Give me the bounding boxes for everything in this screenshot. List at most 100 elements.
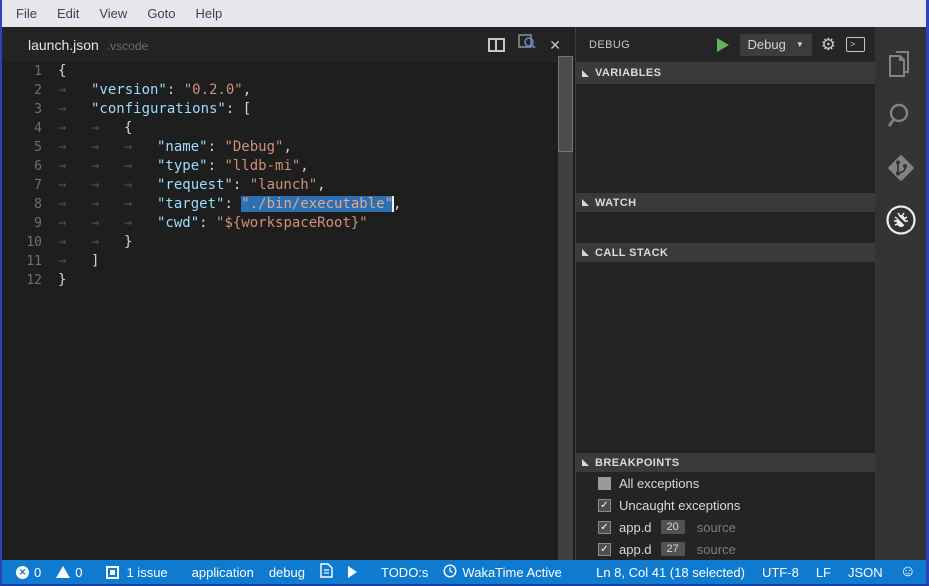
build-config-selector[interactable]: debug [269, 565, 305, 580]
line-number: 9 [2, 214, 42, 233]
run-button[interactable] [348, 566, 357, 578]
whitespace-tab-arrow: → [58, 252, 91, 271]
close-icon[interactable]: ✕ [549, 38, 561, 52]
tab-launch-json[interactable]: launch.json .vscode [2, 37, 148, 53]
line-number: 2 [2, 81, 42, 100]
build-file-button[interactable] [320, 563, 333, 581]
menu-item-edit[interactable]: Edit [47, 1, 89, 26]
variables-content[interactable] [576, 84, 875, 193]
breakpoint-checkbox[interactable] [598, 477, 611, 490]
wakatime-label: WakaTime Active [462, 565, 561, 580]
code-line[interactable]: 5→→→"name": "Debug", [2, 138, 575, 157]
cursor-position[interactable]: Ln 8, Col 41 (18 selected) [596, 565, 745, 580]
line-number: 3 [2, 100, 42, 119]
wakatime-status[interactable]: WakaTime Active [443, 564, 561, 581]
whitespace-tab-arrow: → [91, 176, 124, 195]
encoding-value: UTF-8 [762, 565, 799, 580]
menu-item-goto[interactable]: Goto [137, 1, 185, 26]
section-call-stack[interactable]: CALL STACK [576, 243, 875, 262]
encoding-selector[interactable]: UTF-8 [762, 565, 799, 580]
code-line[interactable]: 1{ [2, 62, 575, 81]
menu-item-file[interactable]: File [6, 1, 47, 26]
warning-count[interactable]: 0 [56, 565, 82, 580]
code-line[interactable]: 9→→→"cwd": "${workspaceRoot}" [2, 214, 575, 233]
code-line[interactable]: 10→→} [2, 233, 575, 252]
watch-content[interactable] [576, 212, 875, 243]
debug-config-dropdown[interactable]: Debug ▼ [740, 34, 812, 56]
editor-group: launch.json .vscode ✕ 1{2→" [2, 27, 575, 560]
build-config-label: debug [269, 565, 305, 580]
todo-status[interactable]: TODO:s [381, 565, 428, 580]
whitespace-tab-arrow: → [91, 214, 124, 233]
breakpoint-label: All exceptions [619, 476, 699, 491]
whitespace-tab-arrow: → [91, 138, 124, 157]
breakpoint-label: Uncaught exceptions [619, 498, 740, 513]
code-line[interactable]: 6→→→"type": "lldb-mi", [2, 157, 575, 176]
play-icon [348, 566, 357, 578]
tab-folder-hint: .vscode [107, 39, 148, 53]
breakpoint-detail: source [697, 520, 736, 535]
debug-console-icon[interactable]: > [846, 37, 865, 52]
whitespace-tab-arrow: → [124, 176, 157, 195]
debug-icon [884, 203, 918, 242]
breakpoint-row[interactable]: ✓ Uncaught exceptions [576, 494, 875, 516]
menu-item-view[interactable]: View [89, 1, 137, 26]
issues-label: 1 issue [126, 565, 167, 580]
scrollbar-slider[interactable] [558, 56, 573, 152]
language-mode-selector[interactable]: JSON [848, 565, 883, 580]
editor-scrollbar[interactable] [558, 56, 573, 560]
start-debug-icon[interactable] [717, 38, 729, 52]
todo-label: TODO:s [381, 565, 428, 580]
breakpoint-checkbox[interactable]: ✓ [598, 499, 611, 512]
activity-git[interactable] [875, 144, 926, 196]
section-breakpoints[interactable]: BREAKPOINTS [576, 453, 875, 472]
workspace-selector[interactable]: application [192, 565, 254, 580]
activity-debug[interactable] [875, 196, 926, 248]
whitespace-tab-arrow: → [58, 100, 91, 119]
tab-bar: launch.json .vscode ✕ [2, 27, 575, 62]
code-line[interactable]: 4→→{ [2, 119, 575, 138]
section-variables[interactable]: VARIABLES [576, 62, 875, 84]
activity-search[interactable] [875, 92, 926, 144]
activity-files[interactable] [875, 40, 926, 92]
eol-selector[interactable]: LF [816, 565, 831, 580]
debug-panel-title: DEBUG [589, 39, 717, 51]
code-line[interactable]: 2→"version": "0.2.0", [2, 81, 575, 100]
feedback-smiley-icon[interactable]: ☺ [900, 564, 916, 580]
line-number: 6 [2, 157, 42, 176]
warning-icon [56, 566, 70, 578]
code-line[interactable]: 7→→→"request": "launch", [2, 176, 575, 195]
open-preview-icon[interactable] [518, 34, 536, 55]
breakpoint-row[interactable]: All exceptions [576, 472, 875, 494]
activity-bar [875, 27, 926, 560]
call-stack-content[interactable] [576, 262, 875, 453]
main-area: launch.json .vscode ✕ 1{2→" [2, 27, 926, 560]
breakpoint-row[interactable]: ✓app.d27source [576, 538, 875, 560]
whitespace-tab-arrow: → [124, 195, 157, 214]
breakpoint-row[interactable]: ✓app.d20source [576, 516, 875, 538]
line-number: 7 [2, 176, 42, 195]
chevron-down-icon: ▼ [796, 40, 804, 49]
whitespace-tab-arrow: → [91, 195, 124, 214]
code-line[interactable]: 11→] [2, 252, 575, 271]
whitespace-tab-arrow: → [124, 157, 157, 176]
code-line[interactable]: 12} [2, 271, 575, 290]
split-editor-icon[interactable] [488, 38, 505, 52]
whitespace-tab-arrow: → [58, 157, 91, 176]
editor-actions: ✕ [488, 34, 561, 55]
menu-item-help[interactable]: Help [186, 1, 233, 26]
section-watch[interactable]: WATCH [576, 193, 875, 212]
error-count[interactable]: ✕ 0 [16, 565, 41, 580]
gear-icon[interactable]: ⚙ [821, 36, 836, 53]
whitespace-tab-arrow: → [58, 119, 91, 138]
breakpoint-checkbox[interactable]: ✓ [598, 543, 611, 556]
code-editor[interactable]: 1{2→"version": "0.2.0",3→"configurations… [2, 62, 575, 290]
issues-status[interactable]: 1 issue [106, 565, 167, 580]
line-number: 1 [2, 62, 42, 81]
code-line[interactable]: 8→→→"target": "./bin/executable", [2, 195, 575, 214]
twisty-icon [582, 70, 589, 77]
workspace-label: application [192, 565, 254, 580]
breakpoint-checkbox[interactable]: ✓ [598, 521, 611, 534]
line-number: 5 [2, 138, 42, 157]
code-line[interactable]: 3→"configurations": [ [2, 100, 575, 119]
